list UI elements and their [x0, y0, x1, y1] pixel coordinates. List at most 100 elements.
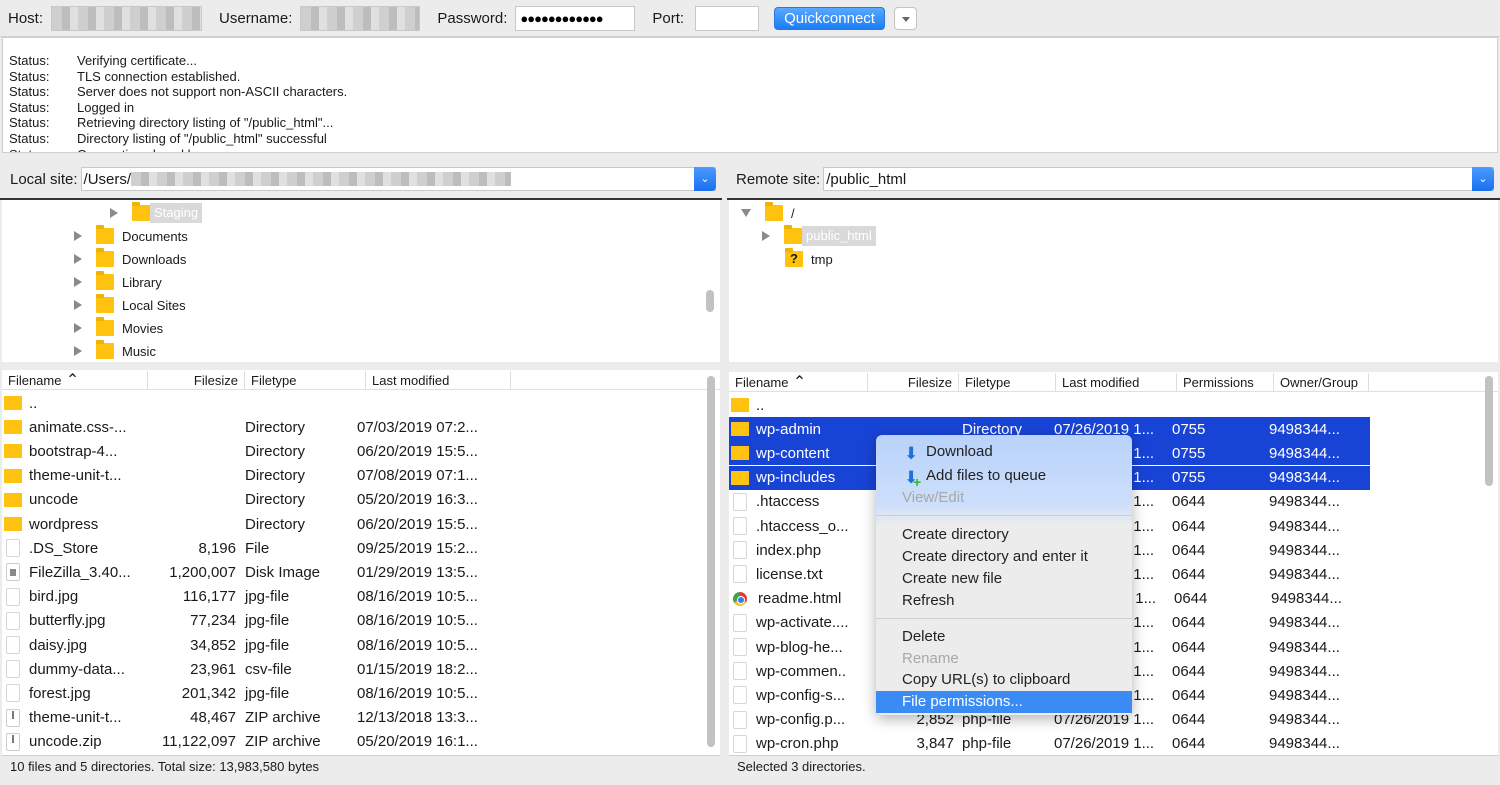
host-label: Host:: [8, 10, 43, 27]
file-modified: 07/03/2019 07:2...: [357, 419, 497, 436]
column-header-filesize[interactable]: Filesize: [868, 373, 959, 391]
folder-icon: [784, 228, 802, 244]
menu-item-create-new-file[interactable]: Create new file: [876, 568, 1132, 590]
sort-ascending-icon: ⌃: [61, 372, 79, 389]
file-name: wp-includes: [756, 469, 866, 486]
collapse-arrow-icon[interactable]: [741, 209, 751, 217]
host-input[interactable]: [51, 6, 202, 31]
message-log[interactable]: Status:Verifying certificate...Status:TL…: [2, 37, 1498, 153]
column-header-last-modified[interactable]: Last modified: [366, 371, 511, 389]
column-header-filesize[interactable]: Filesize: [148, 371, 245, 389]
zip-file-icon: [6, 709, 20, 727]
file-row[interactable]: wp-cron.php3,847php-file07/26/2019 1...0…: [729, 732, 1370, 755]
tree-node[interactable]: public_html: [762, 225, 876, 247]
file-row[interactable]: forest.jpg201,342jpg-file08/16/2019 10:5…: [2, 681, 702, 705]
expand-arrow-icon[interactable]: [74, 346, 82, 356]
port-input[interactable]: [695, 6, 759, 31]
tree-node[interactable]: Music: [74, 340, 156, 362]
log-entry: Status:Logged in: [3, 100, 1497, 116]
file-row[interactable]: uncodeDirectory05/20/2019 16:3...: [2, 488, 702, 512]
expand-arrow-icon[interactable]: [74, 277, 82, 287]
file-row[interactable]: .DS_Store8,196File09/25/2019 15:2...: [2, 536, 702, 560]
expand-arrow-icon[interactable]: [110, 208, 118, 218]
file-row[interactable]: ..: [729, 393, 1370, 417]
chevron-down-icon[interactable]: ⌄: [694, 167, 716, 191]
quickconnect-button[interactable]: Quickconnect: [774, 7, 885, 30]
column-header-filename[interactable]: Filename ⌃: [2, 371, 148, 389]
chevron-down-icon[interactable]: ⌄: [1472, 167, 1494, 191]
file-row[interactable]: daisy.jpg34,852jpg-file08/16/2019 10:5..…: [2, 633, 702, 657]
username-input[interactable]: [300, 6, 420, 31]
menu-item-refresh[interactable]: Refresh: [876, 590, 1132, 612]
file-modified: 08/16/2019 10:5...: [357, 612, 497, 629]
tree-node[interactable]: Movies: [74, 317, 163, 339]
file-row[interactable]: theme-unit-t...Directory07/08/2019 07:1.…: [2, 464, 702, 488]
local-list-scrollbar[interactable]: [707, 376, 715, 747]
tree-node[interactable]: Staging: [110, 202, 202, 224]
file-row[interactable]: uncode.zip11,122,097ZIP archive05/20/201…: [2, 730, 702, 754]
folder-icon: [132, 205, 150, 221]
menu-item-add-files-to-queue[interactable]: ⬇+Add files to queue: [876, 465, 1132, 487]
file-owner: 9498344...: [1269, 518, 1365, 535]
remote-list-scrollbar[interactable]: [1485, 376, 1493, 486]
tree-node[interactable]: Documents: [74, 225, 188, 247]
file-row[interactable]: FileZilla_3.40...1,200,007Disk Image01/2…: [2, 560, 702, 584]
sort-ascending-icon: ⌃: [788, 374, 806, 391]
tree-node[interactable]: Downloads: [74, 248, 186, 270]
column-header-filename[interactable]: Filename ⌃: [729, 373, 868, 391]
file-row[interactable]: theme-unit-t...48,467ZIP archive12/13/20…: [2, 706, 702, 730]
local-site-path-input[interactable]: /Users/ ⌄: [81, 167, 716, 191]
expand-arrow-icon[interactable]: [762, 231, 770, 241]
redacted-path: [131, 172, 511, 186]
folder-icon: [765, 205, 783, 221]
file-row[interactable]: bird.jpg116,177jpg-file08/16/2019 10:5..…: [2, 585, 702, 609]
file-type: Directory: [236, 491, 357, 508]
tree-node[interactable]: Local Sites: [74, 294, 186, 316]
local-site-label: Local site:: [10, 171, 78, 188]
local-file-list: Filename ⌃FilesizeFiletypeLast modified …: [2, 370, 720, 755]
column-header-filetype[interactable]: Filetype: [959, 373, 1056, 391]
file-modified: 08/16/2019 10:5...: [357, 637, 497, 654]
expand-arrow-icon[interactable]: [74, 254, 82, 264]
column-header-permissions[interactable]: Permissions: [1177, 373, 1274, 391]
file-row[interactable]: wordpressDirectory06/20/2019 15:5...: [2, 512, 702, 536]
expand-arrow-icon[interactable]: [74, 231, 82, 241]
menu-item-label: Refresh: [902, 592, 955, 609]
tree-node[interactable]: ?tmp: [785, 248, 833, 270]
file-row[interactable]: animate.css-...Directory07/03/2019 07:2.…: [2, 415, 702, 439]
download-icon: ⬇: [904, 443, 918, 465]
file-owner: 9498344...: [1269, 421, 1365, 438]
file-permissions: 0644: [1172, 711, 1269, 728]
context-menu: ⬇Download⬇+Add files to queueView/Edit Cr…: [876, 435, 1132, 715]
expand-arrow-icon[interactable]: [74, 323, 82, 333]
file-modified: 12/13/2018 13:3...: [357, 709, 497, 726]
column-header-owner-group[interactable]: Owner/Group: [1274, 373, 1369, 391]
file-type: Directory: [236, 443, 357, 460]
menu-item-view-edit: View/Edit: [876, 487, 1132, 509]
tree-node[interactable]: Library: [74, 271, 162, 293]
menu-item-download[interactable]: ⬇Download: [876, 441, 1132, 463]
menu-item-create-directory[interactable]: Create directory: [876, 524, 1132, 546]
menu-item-create-directory-and-enter-it[interactable]: Create directory and enter it: [876, 546, 1132, 568]
quickconnect-dropdown-button[interactable]: [894, 7, 917, 30]
file-row[interactable]: dummy-data...23,961csv-file01/15/2019 18…: [2, 657, 702, 681]
remote-site-path-input[interactable]: /public_html ⌄: [823, 167, 1494, 191]
file-row[interactable]: ..: [2, 391, 702, 415]
zip-file-icon: [6, 733, 20, 751]
column-header-last-modified[interactable]: Last modified: [1056, 373, 1177, 391]
tree-node-label: /: [791, 206, 795, 221]
menu-separator: [876, 618, 1132, 619]
file-row[interactable]: bootstrap-4...Directory06/20/2019 15:5..…: [2, 439, 702, 463]
menu-item-copy-url-s-to-clipboard[interactable]: Copy URL(s) to clipboard: [876, 669, 1132, 691]
password-input[interactable]: [515, 6, 635, 31]
log-type: Status:: [3, 84, 77, 100]
remote-list-header: Filename ⌃FilesizeFiletypeLast modifiedP…: [729, 372, 1498, 392]
column-header-filetype[interactable]: Filetype: [245, 371, 366, 389]
file-row[interactable]: butterfly.jpg77,234jpg-file08/16/2019 10…: [2, 609, 702, 633]
tree-node[interactable]: /: [741, 202, 795, 224]
tree-node-label: Movies: [122, 321, 163, 336]
menu-item-file-permissions[interactable]: File permissions...: [876, 691, 1132, 713]
expand-arrow-icon[interactable]: [74, 300, 82, 310]
menu-item-delete[interactable]: Delete: [876, 626, 1132, 648]
local-tree-scrollbar[interactable]: [706, 290, 714, 312]
